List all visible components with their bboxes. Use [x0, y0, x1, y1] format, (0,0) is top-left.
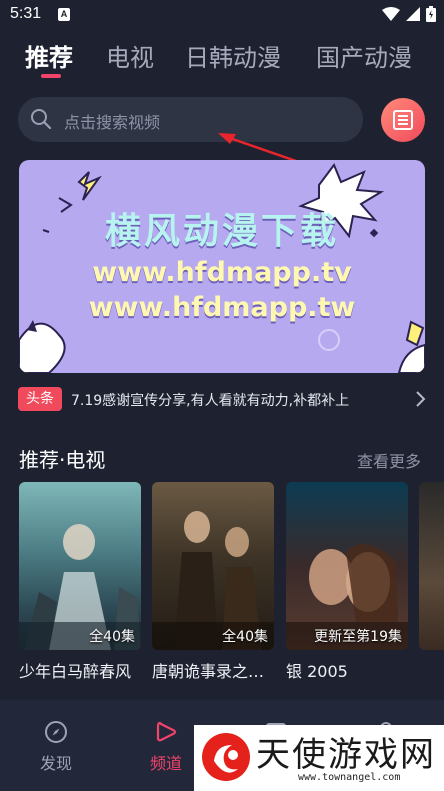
- tab-indicator: [41, 74, 61, 78]
- watermark-text: 天使游戏网: [256, 735, 436, 775]
- banner-title: 横风动漫下载: [104, 211, 339, 252]
- poster-image: [419, 482, 444, 650]
- video-card[interactable]: 爱情: [419, 482, 444, 650]
- chevron-right-icon: [416, 391, 426, 407]
- section-title: 推荐·电视: [19, 448, 106, 472]
- wifi-icon: [382, 7, 400, 21]
- video-card[interactable]: 更新至第19集 银 2005: [286, 482, 408, 681]
- search-icon: [31, 109, 52, 130]
- card-title: 唐朝诡事录之…: [152, 662, 265, 681]
- episode-badge: 更新至第19集: [314, 629, 402, 645]
- poster-art: [286, 544, 408, 650]
- banner-url-1: www.hfdmapp.tv: [92, 257, 352, 288]
- poster-image: 更新至第19集: [286, 482, 408, 650]
- history-list-button[interactable]: [381, 98, 425, 142]
- battery-icon: [426, 6, 436, 22]
- poster-art: [19, 524, 141, 650]
- watermark-logo-icon: [202, 733, 250, 781]
- episode-badge: 全40集: [89, 629, 135, 645]
- promo-banner[interactable]: 横风动漫下载 www.hfdmapp.tv www.hfdmapp.tw: [19, 160, 425, 373]
- poster-image: 全40集: [152, 482, 274, 650]
- headline-badge: 头条: [18, 387, 62, 411]
- signal-icon: [406, 7, 420, 21]
- tab-tv[interactable]: 电视: [106, 38, 154, 73]
- nav-label: 发现: [39, 754, 72, 773]
- watermark-url: www.townangel.com: [298, 772, 401, 783]
- card-title: 少年白马醉春风: [19, 662, 132, 681]
- compass-icon: [45, 721, 67, 743]
- poster-image: 全40集: [19, 482, 141, 650]
- poster-art: [152, 511, 274, 650]
- top-tabs: 推荐 电视 日韩动漫 国产动漫: [0, 30, 444, 86]
- see-more-link[interactable]: 查看更多: [357, 448, 421, 472]
- tab-recommend[interactable]: 推荐: [25, 38, 73, 73]
- status-icons: [382, 6, 436, 22]
- play-icon: [156, 721, 177, 742]
- banner-url-2: www.hfdmapp.tw: [88, 292, 356, 323]
- notification-icon: A: [58, 8, 70, 21]
- status-bar: 5:31 A: [0, 0, 444, 30]
- list-icon: [393, 110, 413, 130]
- episode-badge: 全40集: [222, 629, 268, 645]
- search-placeholder: 点击搜索视频: [64, 113, 161, 132]
- video-card[interactable]: 全40集 少年白马醉春风: [19, 482, 141, 681]
- nav-discover[interactable]: 发现: [16, 700, 96, 780]
- card-title: 银 2005: [286, 662, 348, 681]
- video-card[interactable]: 全40集 唐朝诡事录之…: [152, 482, 274, 681]
- tab-domestic-anime[interactable]: 国产动漫: [316, 38, 412, 73]
- headline-text: 7.19感谢宣传分享,有人看就有动力,补都补上: [71, 393, 350, 409]
- watermark: 天使游戏网 www.townangel.com: [194, 725, 444, 791]
- tab-japan-korea-anime[interactable]: 日韩动漫: [185, 38, 281, 73]
- status-time: 5:31: [10, 5, 42, 22]
- headline-ticker[interactable]: 头条 7.19感谢宣传分享,有人看就有动力,补都补上: [18, 387, 426, 413]
